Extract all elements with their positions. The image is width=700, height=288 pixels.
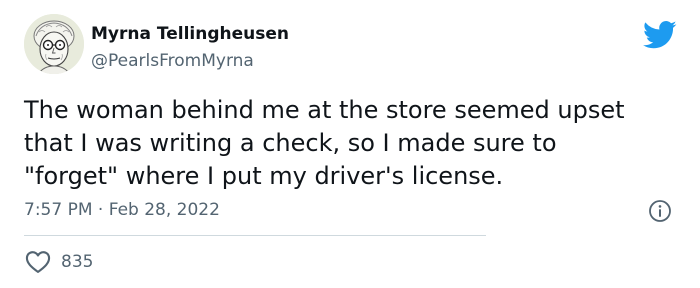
meta-separator: · — [97, 200, 104, 220]
author-handle[interactable]: @PearlsFromMyrna — [91, 51, 254, 71]
tweet-timestamp[interactable]: 7:57 PM · Feb 28, 2022 — [24, 200, 220, 220]
divider — [24, 235, 486, 236]
like-count: 835 — [61, 252, 94, 272]
heart-icon[interactable] — [24, 248, 52, 276]
avatar[interactable] — [24, 14, 84, 74]
tweet-text: The woman behind me at the store seemed … — [24, 96, 625, 190]
avatar-illustration — [24, 14, 84, 74]
info-icon[interactable] — [648, 199, 672, 223]
tweet-date[interactable]: Feb 28, 2022 — [109, 200, 220, 220]
author-display-name[interactable]: Myrna Tellingheusen — [91, 24, 289, 44]
like-button[interactable]: 835 — [24, 248, 93, 276]
tweet-time[interactable]: 7:57 PM — [24, 200, 93, 220]
twitter-bird-icon[interactable] — [643, 20, 677, 50]
tweet-card: Myrna Tellingheusen @PearlsFromMyrna The… — [0, 0, 700, 288]
